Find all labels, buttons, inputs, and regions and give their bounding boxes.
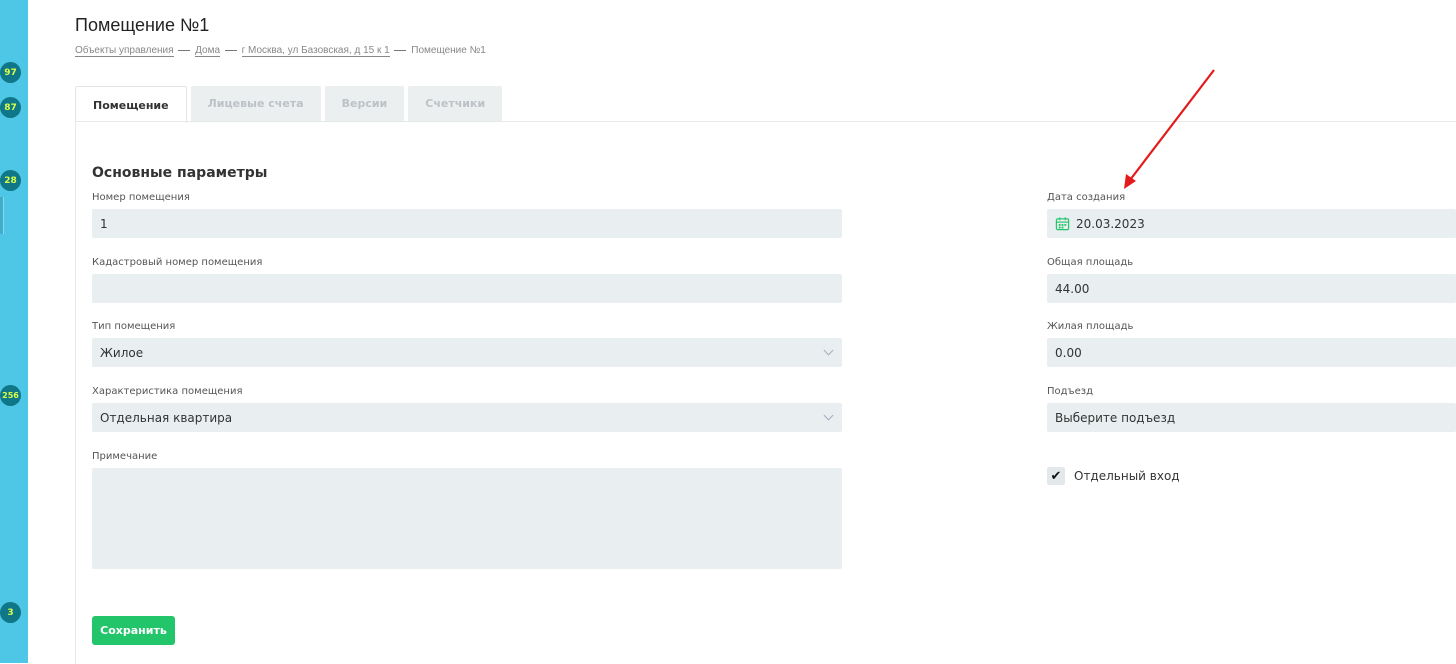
chevron-down-icon: [823, 345, 834, 356]
calendar-icon: [1055, 217, 1070, 231]
characteristic-select[interactable]: Отдельная квартира: [92, 403, 842, 432]
tab-meters[interactable]: Счетчики: [408, 86, 503, 121]
separate-entrance-label: Отдельный вход: [1074, 469, 1180, 483]
created-date-field[interactable]: 20.03.2023: [1047, 209, 1456, 238]
living-area-label: Жилая площадь: [1047, 321, 1134, 332]
room-type-value: Жилое: [100, 345, 144, 360]
chevron-down-icon: [823, 410, 834, 421]
sidebar-badge[interactable]: 97: [0, 62, 21, 83]
entrance-label: Подъезд: [1047, 386, 1094, 397]
sidebar-active-marker: [0, 197, 4, 234]
room-number-input[interactable]: 1: [92, 209, 842, 238]
breadcrumb-separator: [178, 49, 191, 51]
left-sidebar: 97 87 28 256 3: [0, 0, 28, 663]
entrance-select[interactable]: Выберите подъезд: [1047, 403, 1456, 432]
content-panel: [75, 121, 1456, 664]
created-date-label: Дата создания: [1047, 192, 1126, 203]
separate-entrance-checkbox[interactable]: ✔: [1047, 467, 1065, 485]
room-number-label: Номер помещения: [92, 192, 190, 203]
created-date-value: 20.03.2023: [1076, 216, 1145, 231]
tab-room[interactable]: Помещение: [75, 86, 187, 123]
breadcrumb-link[interactable]: Дома: [195, 45, 221, 57]
sidebar-badge[interactable]: 3: [0, 602, 21, 623]
cadastral-label: Кадастровый номер помещения: [92, 257, 263, 268]
note-textarea[interactable]: [92, 468, 842, 569]
breadcrumb-separator: [224, 49, 237, 51]
room-type-select[interactable]: Жилое: [92, 338, 842, 367]
room-type-label: Тип помещения: [92, 321, 176, 332]
characteristic-value: Отдельная квартира: [100, 410, 233, 425]
tab-personal-accounts[interactable]: Лицевые счета: [190, 86, 321, 121]
checkmark-icon: ✔: [1050, 468, 1062, 484]
page-title: Помещение №1: [75, 15, 210, 35]
breadcrumb-current: Помещение №1: [411, 45, 486, 56]
breadcrumb-link[interactable]: Объекты управления: [75, 45, 174, 57]
breadcrumb-link[interactable]: г Москва, ул Базовская, д 15 к 1: [241, 45, 390, 57]
total-area-input[interactable]: 44.00: [1047, 274, 1456, 303]
breadcrumb: Объекты управления Дома г Москва, ул Баз…: [75, 45, 486, 57]
note-label: Примечание: [92, 451, 158, 462]
tab-versions[interactable]: Версии: [324, 86, 405, 121]
characteristic-label: Характеристика помещения: [92, 386, 243, 397]
sidebar-badge[interactable]: 256: [0, 385, 21, 406]
tab-bar: Помещение Лицевые счета Версии Счетчики: [75, 86, 506, 123]
save-button[interactable]: Сохранить: [92, 616, 175, 645]
living-area-input[interactable]: 0.00: [1047, 338, 1456, 367]
section-title: Основные параметры: [92, 165, 268, 181]
sidebar-badge[interactable]: 28: [0, 170, 21, 191]
total-area-label: Общая площадь: [1047, 257, 1134, 268]
cadastral-input[interactable]: [92, 274, 842, 303]
sidebar-badge[interactable]: 87: [0, 97, 21, 118]
breadcrumb-separator: [394, 49, 407, 51]
